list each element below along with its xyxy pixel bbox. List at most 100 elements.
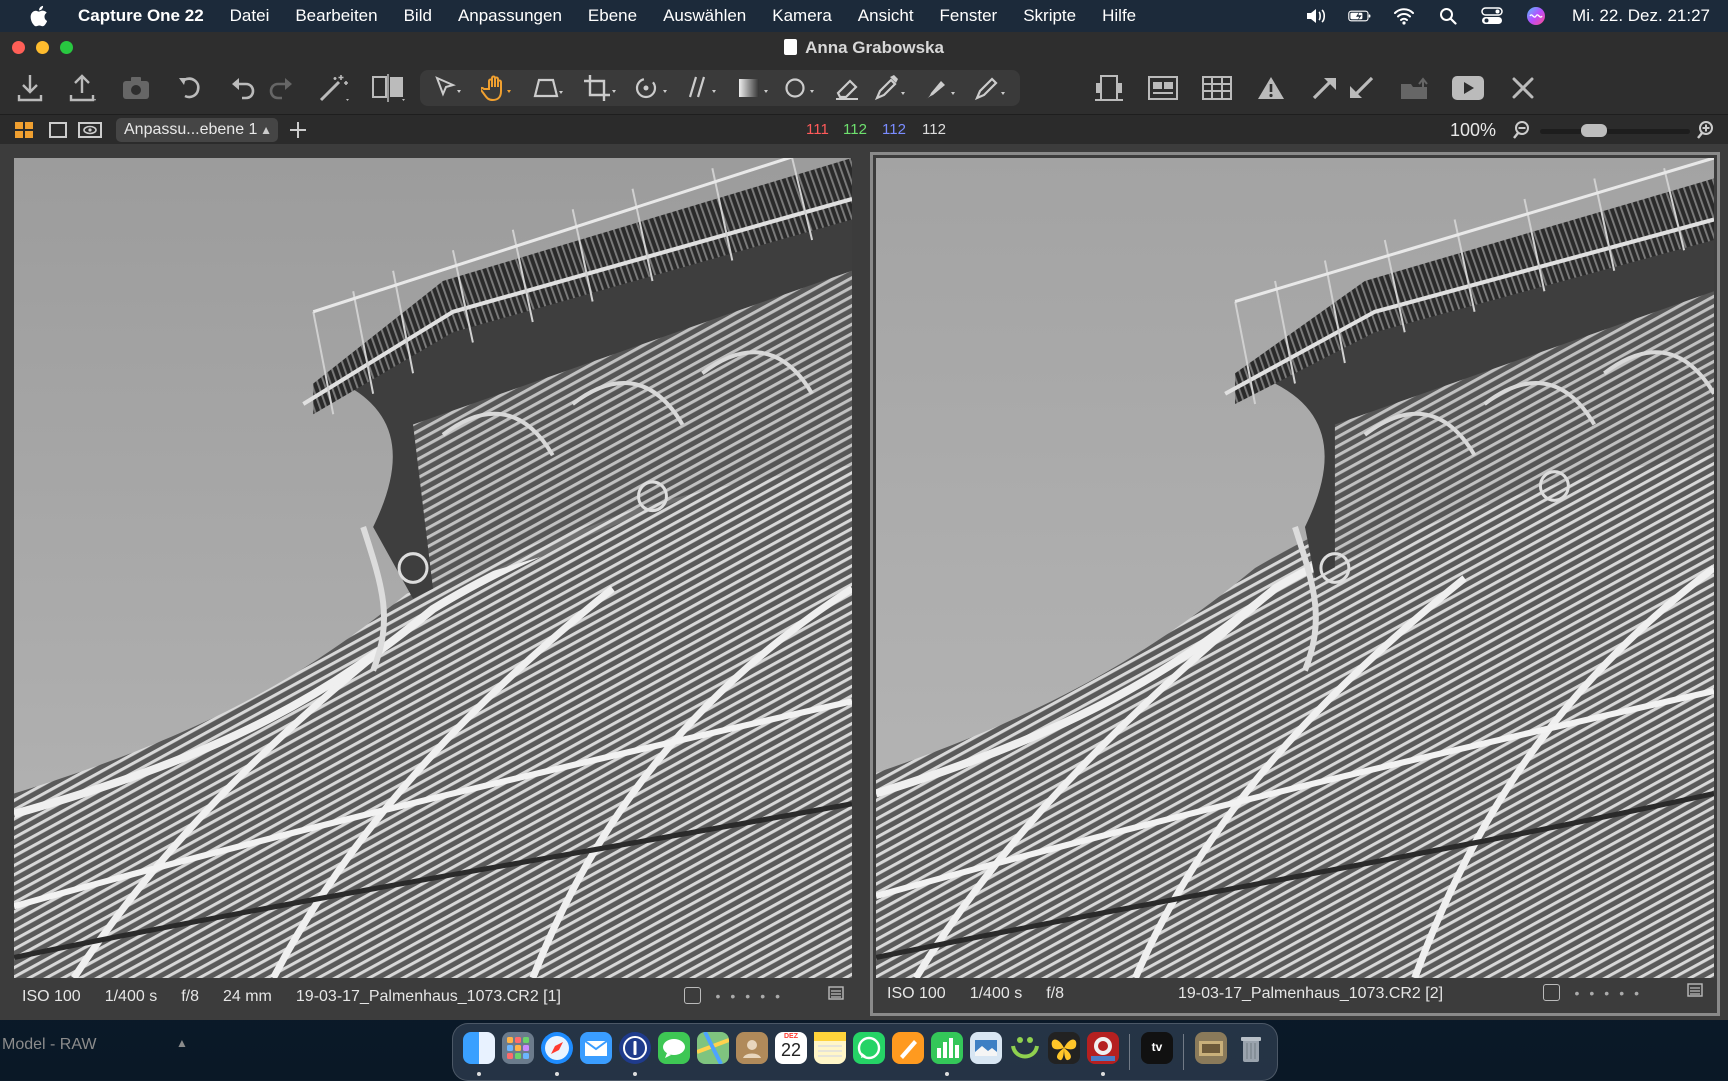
select-tool-icon[interactable] (432, 72, 468, 104)
contacts-icon[interactable] (736, 1032, 768, 1064)
messages-icon[interactable] (658, 1032, 690, 1064)
1password-icon[interactable] (619, 1032, 651, 1064)
tes-butterfly-icon[interactable] (1048, 1032, 1080, 1064)
auto-adjust-wand-icon[interactable] (316, 72, 352, 104)
mail-icon[interactable] (580, 1032, 612, 1064)
redo-icon[interactable] (266, 72, 296, 104)
apple-icon[interactable] (28, 5, 50, 27)
launchpad-icon[interactable] (502, 1032, 534, 1064)
copy-adjustments-icon[interactable] (1308, 72, 1342, 104)
wifi-icon[interactable] (1392, 7, 1416, 25)
control-center-icon[interactable] (1480, 7, 1504, 25)
menu-ansicht[interactable]: Ansicht (858, 6, 914, 26)
reset-icon[interactable] (174, 72, 206, 104)
import-icon[interactable] (14, 72, 46, 104)
chevron-up-icon[interactable]: ▲ (176, 1036, 188, 1050)
single-frame-icon[interactable] (48, 121, 68, 144)
select-checkbox[interactable] (684, 987, 702, 1004)
pan-hand-tool-icon[interactable] (480, 72, 516, 104)
safari-icon[interactable] (541, 1032, 573, 1064)
straighten-tool-icon[interactable] (682, 72, 722, 104)
viewer-compare-icon[interactable] (1146, 72, 1180, 104)
close-viewer-icon[interactable] (1506, 72, 1540, 104)
color-picker-icon[interactable] (870, 72, 910, 104)
rgb-blue-value: 112 (882, 121, 906, 138)
document-icon (784, 39, 798, 55)
chevron-updown-icon: ▲ (260, 123, 272, 137)
preview-icon[interactable] (970, 1032, 1002, 1064)
layout-grid-icon[interactable] (14, 121, 34, 144)
slideshow-play-icon[interactable] (1450, 72, 1486, 104)
crop-tool-icon[interactable] (580, 72, 620, 104)
rgb-green-value: 112 (843, 121, 867, 138)
annotate-pen-icon[interactable] (970, 72, 1010, 104)
menu-kamera[interactable]: Kamera (772, 6, 832, 26)
exposure-warning-icon[interactable] (1254, 72, 1288, 104)
apple-tv-icon[interactable]: tv (1141, 1032, 1173, 1064)
running-indicator (1101, 1072, 1105, 1076)
calendar-icon[interactable]: DEZ 22 (775, 1032, 807, 1064)
gradient-mask-icon[interactable] (734, 72, 774, 104)
viewer-panel-left[interactable]: ISO 100 1/400 s f/8 24 mm 19-03-17_Palme… (8, 152, 858, 1016)
notes-icon[interactable] (814, 1032, 846, 1064)
brush-mask-icon[interactable] (920, 72, 960, 104)
downloads-stack-icon[interactable] (1195, 1032, 1227, 1064)
share-folder-icon[interactable] (1398, 72, 1432, 104)
maps-icon[interactable] (696, 1031, 730, 1065)
rating-dots[interactable]: ••••• (1574, 985, 1649, 1001)
viewer-single-icon[interactable] (1092, 72, 1126, 104)
viewer-grid-icon[interactable] (1200, 72, 1234, 104)
add-layer-icon[interactable] (288, 120, 308, 145)
menu-bearbeiten[interactable]: Bearbeiten (295, 6, 377, 26)
radial-mask-icon[interactable] (780, 72, 820, 104)
iso-value: ISO 100 (22, 988, 81, 1005)
finder-icon[interactable] (463, 1032, 495, 1064)
info-list-icon[interactable] (1687, 983, 1703, 1002)
keystone-tool-icon[interactable] (528, 72, 568, 104)
menu-fenster[interactable]: Fenster (940, 6, 998, 26)
desktop-bottom: Model - RAW ▲ DEZ 22 tv (0, 1020, 1728, 1081)
apply-adjustments-icon[interactable] (1344, 72, 1378, 104)
image-metadata-right: ISO 100 1/400 s f/8 19-03-17_Palmenhaus_… (887, 983, 1703, 1005)
smile-app-icon[interactable] (1009, 1032, 1041, 1064)
eraser-icon[interactable] (830, 72, 866, 104)
undo-icon[interactable] (228, 72, 258, 104)
whatsapp-icon[interactable] (853, 1032, 885, 1064)
menu-skripte[interactable]: Skripte (1023, 6, 1076, 26)
clock[interactable]: Mi. 22. Dez. 21:27 (1572, 6, 1710, 26)
menu-bild[interactable]: Bild (404, 6, 432, 26)
zoom-out-icon[interactable] (1512, 120, 1532, 145)
select-checkbox[interactable] (1543, 984, 1561, 1001)
export-icon[interactable] (66, 72, 100, 104)
menu-app-name[interactable]: Capture One 22 (78, 6, 204, 26)
rotate-tool-icon[interactable] (630, 72, 670, 104)
volume-icon[interactable] (1304, 7, 1328, 25)
photo-preview-left[interactable] (14, 158, 852, 978)
capture-one-icon[interactable] (1087, 1032, 1119, 1064)
battery-icon[interactable] (1348, 7, 1372, 25)
menu-ebene[interactable]: Ebene (588, 6, 637, 26)
eye-preview-icon[interactable] (78, 121, 102, 144)
numbers-icon[interactable] (931, 1032, 963, 1064)
zoom-slider-thumb[interactable] (1580, 124, 1607, 137)
spotlight-search-icon[interactable] (1436, 7, 1460, 25)
rating-dots[interactable]: ••••• (715, 988, 790, 1004)
running-indicator (945, 1072, 949, 1076)
image-viewer: ISO 100 1/400 s f/8 24 mm 19-03-17_Palme… (0, 144, 1728, 1020)
menu-anpassungen[interactable]: Anpassungen (458, 6, 562, 26)
trash-icon[interactable] (1235, 1032, 1267, 1064)
menu-auswaehlen[interactable]: Auswählen (663, 6, 746, 26)
info-list-icon[interactable] (828, 986, 844, 1005)
main-toolbar (0, 62, 1728, 114)
camera-icon[interactable] (120, 72, 152, 104)
pages-icon[interactable] (892, 1032, 924, 1064)
photo-preview-right[interactable] (876, 158, 1714, 978)
zoom-slider-track[interactable] (1540, 129, 1690, 134)
zoom-in-icon[interactable] (1696, 120, 1716, 145)
viewer-panel-right[interactable]: ISO 100 1/400 s f/8 19-03-17_Palmenhaus_… (870, 152, 1720, 1016)
menu-datei[interactable]: Datei (230, 6, 270, 26)
siri-icon[interactable] (1524, 7, 1548, 25)
adjustment-layer-select[interactable]: Anpassu...ebene 1 ▲ (116, 118, 278, 142)
before-after-icon[interactable] (370, 72, 408, 104)
menu-hilfe[interactable]: Hilfe (1102, 6, 1136, 26)
